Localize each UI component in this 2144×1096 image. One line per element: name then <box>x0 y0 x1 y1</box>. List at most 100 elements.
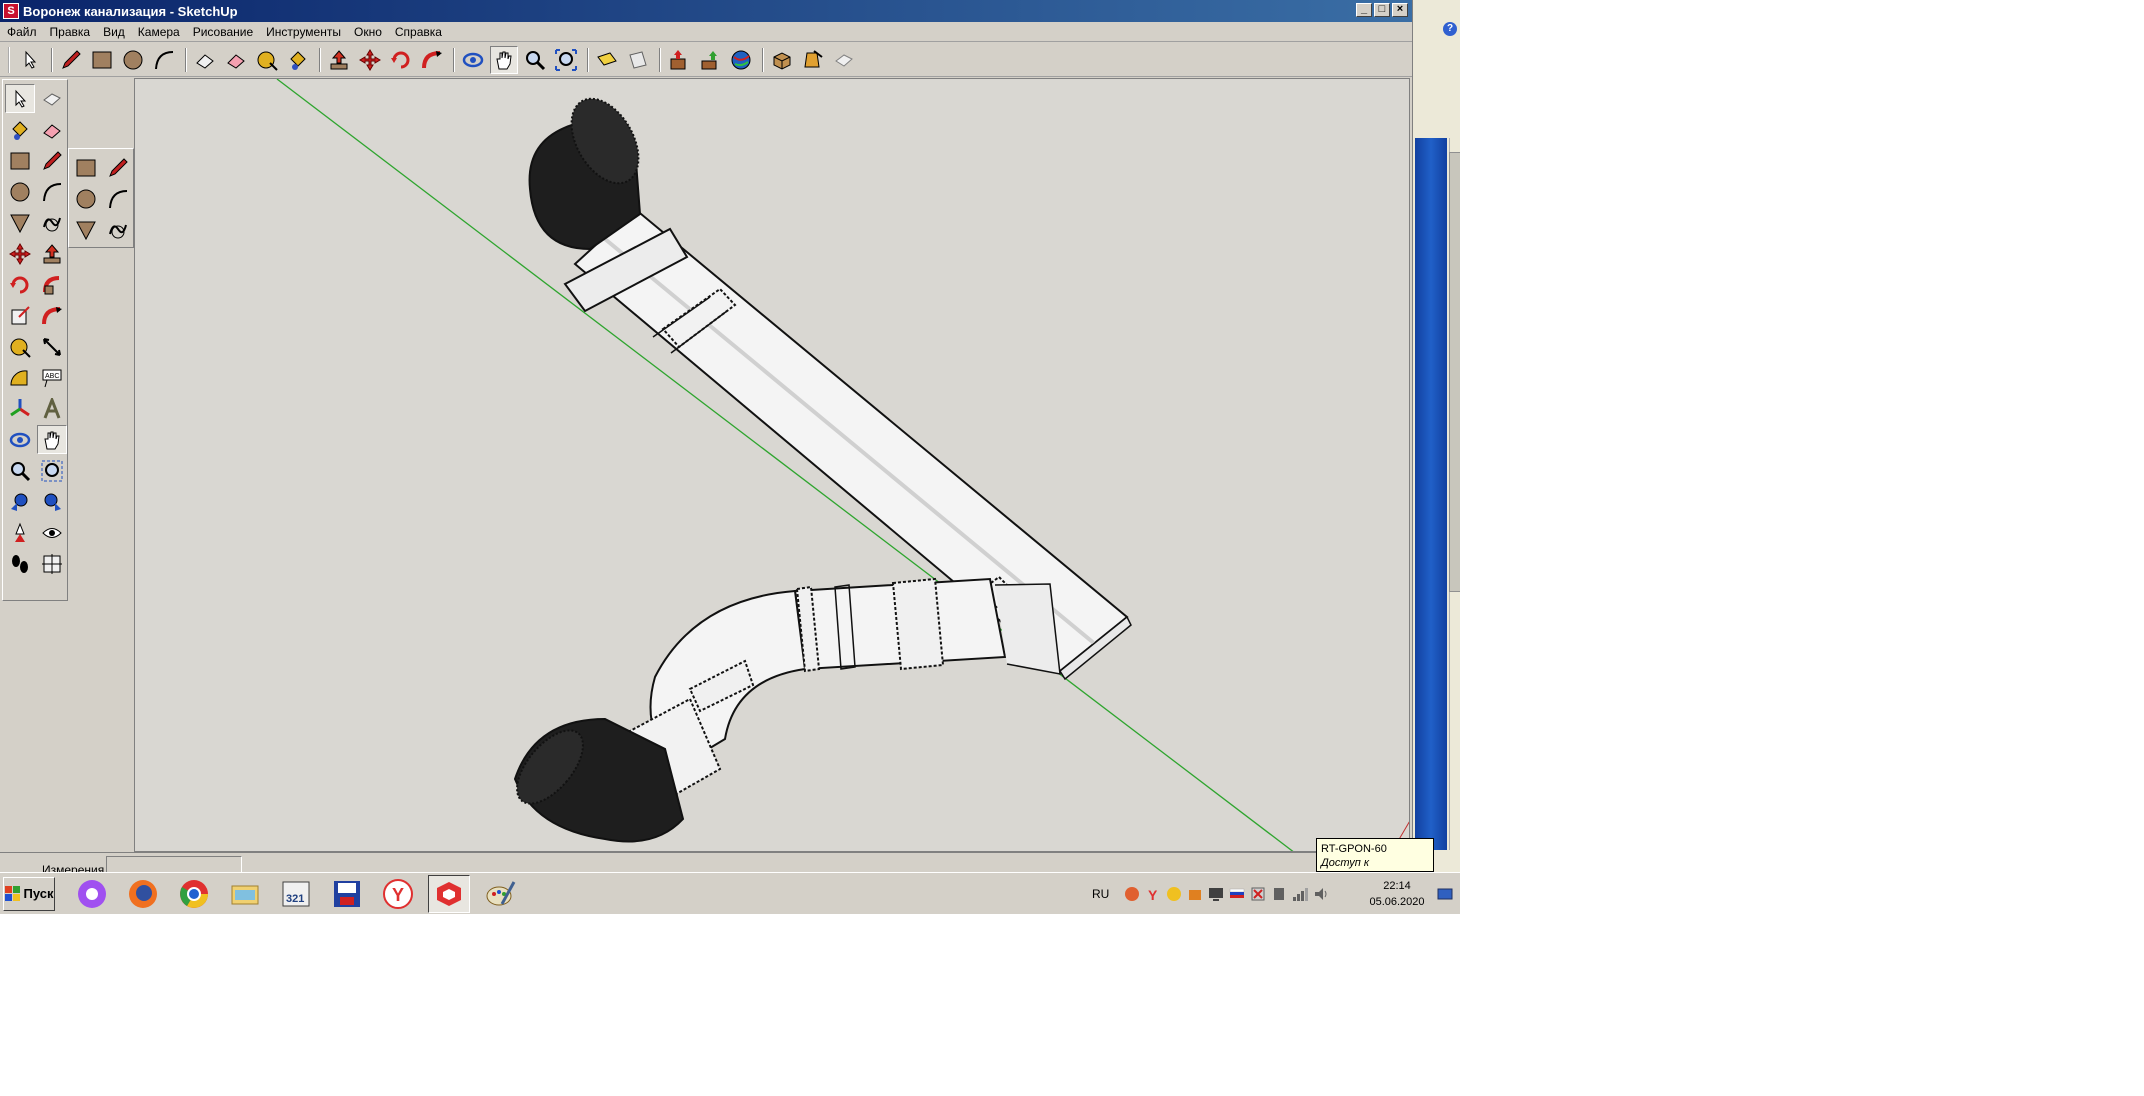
line-tool-icon[interactable] <box>103 153 133 182</box>
lower-pipe-assembly[interactable] <box>505 577 1061 843</box>
push-pull-icon[interactable] <box>325 46 353 74</box>
zoom-extents-icon[interactable] <box>552 46 580 74</box>
section-tool-icon[interactable] <box>37 549 67 578</box>
paint-eraser-icon[interactable] <box>222 46 250 74</box>
dimension-tool-icon[interactable] <box>37 332 67 361</box>
rotate-icon[interactable] <box>387 46 415 74</box>
arc-tool-icon[interactable] <box>103 184 133 213</box>
yandex-browser-icon[interactable]: Y <box>377 875 419 913</box>
clock[interactable]: 22:14 05.06.2020 <box>1366 878 1428 910</box>
pan-tool-icon[interactable] <box>37 425 67 454</box>
move-icon[interactable] <box>356 46 384 74</box>
circle-icon[interactable] <box>119 46 147 74</box>
next-view-icon[interactable] <box>37 487 67 516</box>
chrome-icon[interactable] <box>173 875 215 913</box>
circle-tool-icon[interactable] <box>5 177 35 206</box>
move-tool-icon[interactable] <box>5 239 35 268</box>
zoom-icon[interactable] <box>521 46 549 74</box>
signal-strength-icon[interactable] <box>1291 885 1309 903</box>
start-button[interactable]: Пуск <box>3 876 55 911</box>
paint-bucket-icon[interactable] <box>284 46 312 74</box>
menu-file[interactable]: Файл <box>0 25 43 39</box>
menu-edit[interactable]: Правка <box>43 25 97 39</box>
rectangle-tool-icon[interactable] <box>71 153 101 182</box>
explorer-icon[interactable] <box>224 875 266 913</box>
follow-me-tool-icon[interactable] <box>37 270 67 299</box>
show-desktop-icon[interactable] <box>1436 885 1454 903</box>
protractor-tool-icon[interactable] <box>5 363 35 392</box>
save-icon[interactable] <box>326 875 368 913</box>
russian-flag-icon[interactable] <box>1228 885 1246 903</box>
share-model-icon[interactable] <box>696 46 724 74</box>
follow-me-icon[interactable] <box>418 46 446 74</box>
google-earth-icon[interactable] <box>727 46 755 74</box>
toolbar-grip[interactable] <box>8 46 12 73</box>
help-icon[interactable]: ? <box>1443 22 1457 36</box>
scrollbar-thumb[interactable] <box>1449 152 1460 592</box>
minimize-button[interactable]: _ <box>1356 3 1372 17</box>
previous-view-icon[interactable] <box>5 487 35 516</box>
paint-icon[interactable] <box>479 875 521 913</box>
tape-measure-icon[interactable] <box>253 46 281 74</box>
firefox-icon[interactable] <box>122 875 164 913</box>
top-view-icon[interactable] <box>624 46 652 74</box>
zoom-window-tool-icon[interactable] <box>37 456 67 485</box>
menu-draw[interactable]: Рисование <box>186 25 259 39</box>
rectangle-icon[interactable] <box>88 46 116 74</box>
paint-bucket-tool-icon[interactable] <box>5 115 35 144</box>
pan-icon[interactable] <box>490 45 518 74</box>
3d-text-tool-icon[interactable] <box>37 394 67 423</box>
section-plane-icon[interactable] <box>593 46 621 74</box>
freehand-tool-icon[interactable] <box>103 215 133 244</box>
yandex-tray-icon[interactable]: Y <box>1144 885 1162 903</box>
push-pull-tool-icon[interactable] <box>37 239 67 268</box>
rectangle-tool-icon[interactable] <box>5 146 35 175</box>
zoom-tool-icon[interactable] <box>5 456 35 485</box>
get-models-icon[interactable] <box>665 46 693 74</box>
update-tray-icon[interactable] <box>1186 885 1204 903</box>
make-component-icon[interactable] <box>37 84 67 113</box>
look-around-icon[interactable] <box>37 518 67 547</box>
position-camera-icon[interactable] <box>5 518 35 547</box>
select-icon[interactable] <box>16 46 44 74</box>
circle-tool-icon[interactable] <box>71 184 101 213</box>
sketchup-app-icon[interactable]: S <box>3 3 19 19</box>
orbit-tool-icon[interactable] <box>5 425 35 454</box>
network-error-icon[interactable] <box>1249 885 1267 903</box>
polygon-tool-icon[interactable] <box>5 208 35 237</box>
menu-help[interactable]: Справка <box>388 25 448 39</box>
monitor-tray-icon[interactable] <box>1207 885 1225 903</box>
menu-tools[interactable]: Инструменты <box>259 25 347 39</box>
tray-app-icon[interactable] <box>1123 885 1141 903</box>
model-viewport[interactable] <box>134 78 1410 852</box>
offset-tool-icon[interactable] <box>37 301 67 330</box>
axes-tool-icon[interactable] <box>5 394 35 423</box>
maximize-button[interactable]: □ <box>1374 3 1390 17</box>
freehand-tool-icon[interactable] <box>37 208 67 237</box>
menu-window[interactable]: Окно <box>347 25 388 39</box>
polygon-tool-icon[interactable] <box>71 215 101 244</box>
eraser-tool-icon[interactable] <box>37 115 67 144</box>
alice-icon[interactable] <box>71 875 113 913</box>
eraser-icon[interactable] <box>191 46 219 74</box>
arc-icon[interactable] <box>150 46 178 74</box>
arc-tool-icon[interactable] <box>37 177 67 206</box>
measurements-field[interactable] <box>106 856 242 873</box>
language-indicator[interactable]: RU <box>1092 887 1109 901</box>
media-player-icon[interactable]: 321 <box>275 875 317 913</box>
punto-tray-icon[interactable] <box>1165 885 1183 903</box>
rotate-tool-icon[interactable] <box>5 270 35 299</box>
tape-measure-tool-icon[interactable] <box>5 332 35 361</box>
sketchup-icon[interactable] <box>428 874 470 913</box>
orbit-icon[interactable] <box>459 46 487 74</box>
scale-tool-icon[interactable] <box>5 301 35 330</box>
pencil-icon[interactable] <box>57 46 85 74</box>
security-tray-icon[interactable] <box>1270 885 1288 903</box>
menu-camera[interactable]: Камера <box>131 25 186 39</box>
menu-view[interactable]: Вид <box>96 25 131 39</box>
walk-icon[interactable] <box>5 549 35 578</box>
components-icon[interactable] <box>768 46 796 74</box>
select-tool-icon[interactable] <box>5 84 35 113</box>
volume-icon[interactable] <box>1312 885 1330 903</box>
styles-icon[interactable] <box>830 46 858 74</box>
